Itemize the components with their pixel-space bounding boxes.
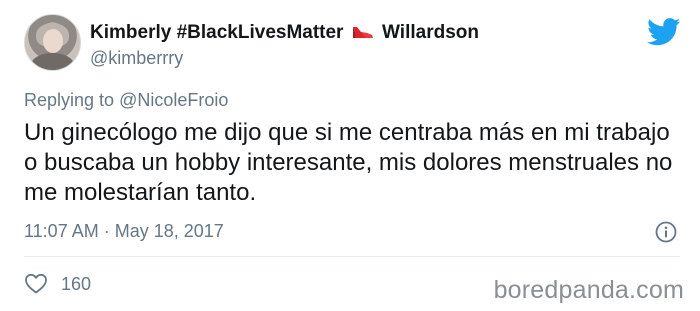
watermark: boredpanda.com (493, 276, 684, 304)
info-icon[interactable] (655, 221, 677, 243)
heart-icon[interactable] (24, 272, 48, 294)
display-name-last: Willardson (382, 22, 479, 43)
user-handle[interactable]: @kimberrry (90, 47, 183, 69)
reply-mention-link[interactable]: @NicoleFroio (119, 90, 228, 110)
display-name[interactable]: Kimberly #BlackLivesMatter Willardson (90, 22, 479, 44)
display-name-hashtag[interactable]: #BlackLivesMatter (177, 22, 344, 43)
replying-to-line: Replying to @NicoleFroio (24, 89, 228, 111)
twitter-bird-icon[interactable] (647, 18, 681, 46)
divider (24, 256, 680, 257)
display-name-first: Kimberly (90, 22, 172, 43)
high-heel-shoe-icon (352, 27, 373, 38)
avatar-shoulders (31, 53, 74, 70)
tweet-card: Kimberly #BlackLivesMatter Willardson @k… (0, 0, 700, 311)
tweet-text: Un ginecólogo me dijo que si me centraba… (24, 119, 673, 206)
replying-to-label: Replying to (24, 90, 115, 110)
avatar[interactable] (24, 14, 81, 71)
like-count: 160 (61, 274, 92, 294)
avatar-face (43, 29, 63, 53)
tweet-timestamp[interactable]: 11:07 AM · May 18, 2017 (24, 220, 224, 242)
